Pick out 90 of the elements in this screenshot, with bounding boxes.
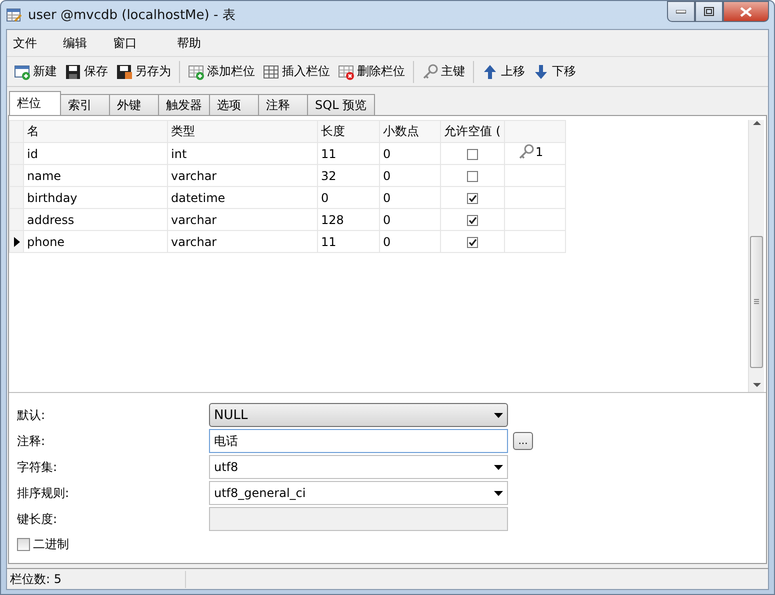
tab[interactable]: 选项 (209, 94, 259, 115)
tab[interactable]: 索引 (60, 94, 110, 115)
toolbar-button[interactable]: 下移 (529, 60, 580, 84)
down-arrow-icon (533, 64, 549, 80)
checkbox[interactable] (466, 170, 478, 182)
tab[interactable]: 触发器 (158, 94, 210, 115)
menu-item[interactable]: 编辑 (57, 34, 107, 52)
table-cell: 11 (318, 142, 380, 164)
field-label: 键长度: (17, 510, 58, 528)
dropdown-field[interactable]: utf8 (209, 455, 508, 479)
tab[interactable]: 栏位 (9, 91, 61, 115)
checkbox[interactable] (17, 538, 30, 551)
toolbar-button[interactable]: 主键 (418, 60, 469, 84)
toolbar-button[interactable]: 新建 (10, 60, 61, 84)
column-header[interactable]: 类型 (168, 120, 318, 142)
add-field-icon (188, 64, 204, 80)
save-icon (65, 64, 81, 80)
menu-item[interactable]: 文件 (7, 34, 57, 52)
field-label: 默认: (17, 406, 46, 424)
toolbar-button[interactable]: 删除栏位 (334, 60, 409, 84)
toolbar-button[interactable]: 插入栏位 (259, 60, 334, 84)
delete-field-icon (338, 64, 354, 80)
column-header[interactable]: 小数点 (380, 120, 440, 142)
scrollbar[interactable] (748, 120, 764, 392)
scroll-up-icon[interactable] (752, 120, 760, 126)
checkbox[interactable] (466, 214, 478, 226)
table-cell: address (24, 208, 168, 230)
key-order: 1 (536, 145, 544, 159)
table-cell: 0 (380, 230, 440, 252)
field-label: 注释: (17, 432, 46, 450)
table-cell: varchar (168, 208, 318, 230)
table-cell: 0 (380, 186, 440, 208)
maximize-icon (704, 7, 714, 16)
tab[interactable]: 注释 (258, 94, 308, 115)
dropdown-arrow-icon[interactable] (494, 412, 503, 418)
table-cell: birthday (24, 186, 168, 208)
close-button[interactable] (723, 1, 769, 22)
browse-button[interactable]: ... (513, 432, 533, 450)
table-cell: varchar (168, 164, 318, 186)
field-label: 字符集: (17, 458, 58, 476)
key-icon (422, 64, 438, 80)
save-as-icon (116, 64, 132, 80)
table-cell: name (24, 164, 168, 186)
field-label: 排序规则: (17, 484, 70, 502)
checkbox[interactable] (466, 192, 478, 204)
menu-item[interactable]: 窗口 (107, 34, 157, 52)
toolbar-button[interactable]: 上移 (478, 60, 529, 84)
table-cell: int (168, 142, 318, 164)
scroll-thumb[interactable] (750, 236, 763, 368)
dropdown-arrow-icon[interactable] (494, 464, 503, 470)
table-cell: 32 (318, 164, 380, 186)
column-header[interactable]: 名 (24, 120, 168, 142)
key-icon (518, 144, 534, 160)
checkbox[interactable] (466, 236, 478, 248)
toolbar-button[interactable]: 添加栏位 (184, 60, 259, 84)
table-cell: phone (24, 230, 168, 252)
table-cell: 0 (318, 186, 380, 208)
toolbar-button[interactable]: 保存 (61, 60, 112, 84)
table-cell: 0 (380, 142, 440, 164)
table-cell: 0 (380, 208, 440, 230)
input-field[interactable]: 电话 (209, 429, 508, 453)
tab[interactable]: SQL 预览 (307, 94, 375, 115)
dropdown-field[interactable]: utf8_general_ci (209, 481, 508, 505)
new-table-icon (14, 64, 30, 80)
table-cell: 0 (380, 164, 440, 186)
table-icon (6, 7, 22, 23)
minimize-button[interactable] (667, 1, 695, 22)
column-header[interactable]: 长度 (318, 120, 380, 142)
table-cell: id (24, 142, 168, 164)
status-text: 栏位数: 5 (7, 570, 186, 588)
table-cell: 11 (318, 230, 380, 252)
dropdown-arrow-icon[interactable] (494, 490, 503, 496)
window-title: user @mvcdb (localhostMe) - 表 (28, 7, 236, 24)
checkbox[interactable] (466, 148, 478, 160)
scroll-down-icon[interactable] (752, 382, 760, 388)
insert-field-icon (263, 64, 279, 80)
close-icon (740, 6, 752, 16)
table-cell: 128 (318, 208, 380, 230)
default-dropdown[interactable]: NULL (209, 403, 508, 427)
column-header[interactable]: 允许空值 ( (440, 120, 504, 142)
maximize-button[interactable] (695, 1, 723, 22)
tab[interactable]: 外键 (109, 94, 159, 115)
minimize-icon (676, 10, 686, 14)
toolbar-button[interactable]: 另存为 (112, 60, 175, 84)
up-arrow-icon (482, 64, 498, 80)
table-cell: datetime (168, 186, 318, 208)
checkbox-label: 二进制 (33, 536, 69, 553)
table-cell: varchar (168, 230, 318, 252)
current-row-icon (14, 236, 20, 246)
menu-item[interactable]: 帮助 (171, 34, 221, 52)
